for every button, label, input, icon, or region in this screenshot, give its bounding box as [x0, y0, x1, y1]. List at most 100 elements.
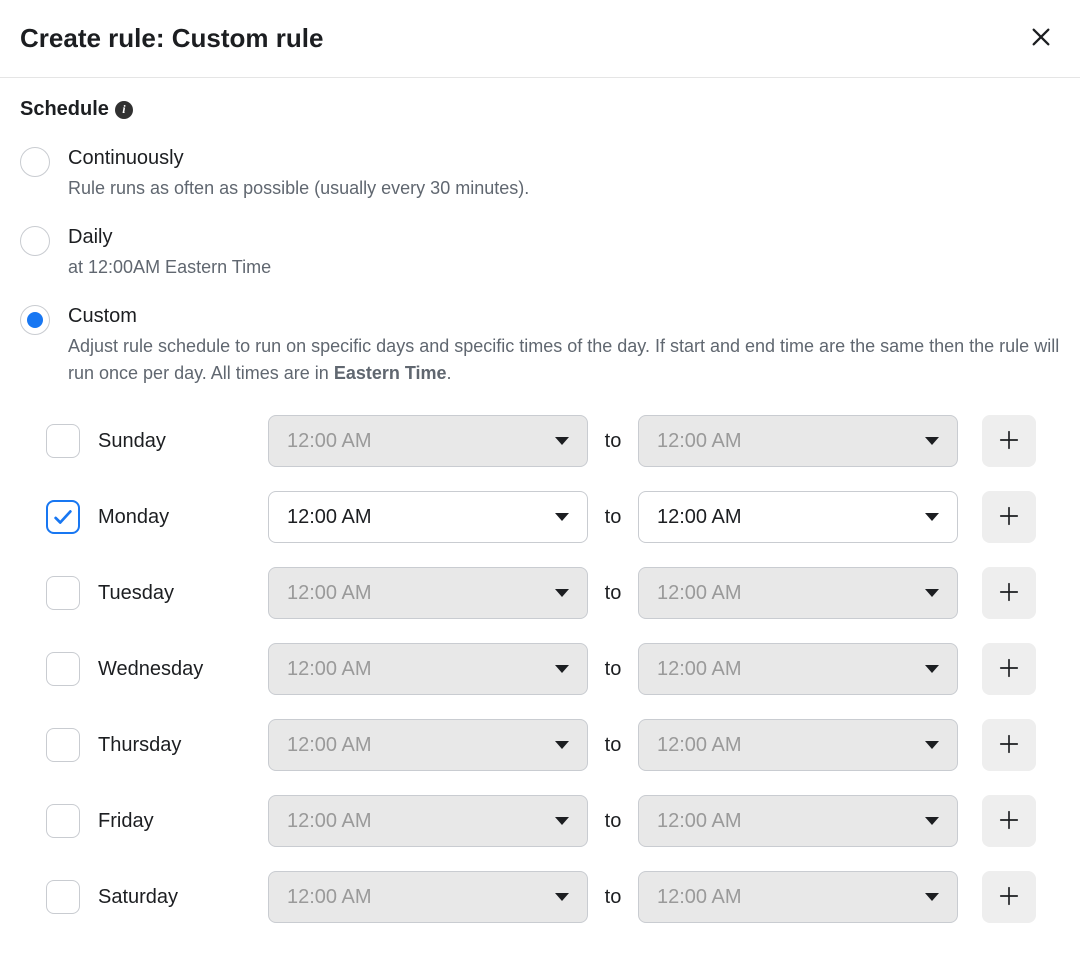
day-row: Monday12:00 AMto12:00 AM [46, 491, 1060, 543]
day-label: Thursday [98, 734, 268, 757]
start-time-value: 12:00 AM [287, 810, 372, 833]
chevron-down-icon [925, 893, 939, 901]
day-checkbox[interactable] [46, 576, 80, 610]
add-time-slot-button[interactable] [982, 643, 1036, 695]
day-checkbox[interactable] [46, 424, 80, 458]
day-checkbox[interactable] [46, 804, 80, 838]
end-time-value: 12:00 AM [657, 430, 742, 453]
to-label: to [588, 506, 638, 529]
chevron-down-icon [925, 437, 939, 445]
days-list: Sunday12:00 AMto12:00 AMMonday12:00 AMto… [20, 415, 1060, 923]
add-time-slot-button[interactable] [982, 415, 1036, 467]
end-time-select[interactable]: 12:00 AM [638, 491, 958, 543]
end-time-value: 12:00 AM [657, 582, 742, 605]
radio-option-continuously[interactable]: Continuously Rule runs as often as possi… [20, 145, 1060, 202]
start-time-select[interactable]: 12:00 AM [268, 491, 588, 543]
start-time-value: 12:00 AM [287, 886, 372, 909]
day-label: Wednesday [98, 658, 268, 681]
start-time-value: 12:00 AM [287, 430, 372, 453]
plus-icon [998, 581, 1020, 606]
end-time-value: 12:00 AM [657, 734, 742, 757]
to-label: to [588, 658, 638, 681]
add-time-slot-button[interactable] [982, 871, 1036, 923]
radio-text: Continuously Rule runs as often as possi… [68, 145, 529, 202]
start-time-select[interactable]: 12:00 AM [268, 871, 588, 923]
day-checkbox[interactable] [46, 500, 80, 534]
day-row: Thursday 12:00 AM to 12:00 AM [46, 719, 1060, 771]
day-row: Tuesday 12:00 AM to 12:00 AM [46, 567, 1060, 619]
radio-button[interactable] [20, 147, 50, 177]
day-label: Monday [98, 506, 268, 529]
close-button[interactable] [1026, 22, 1056, 55]
start-time-select[interactable]: 12:00 AM [268, 567, 588, 619]
add-time-slot-button[interactable] [982, 567, 1036, 619]
start-time-select[interactable]: 12:00 AM [268, 415, 588, 467]
to-label: to [588, 810, 638, 833]
start-time-value: 12:00 AM [287, 506, 372, 529]
radio-description: Rule runs as often as possible (usually … [68, 175, 529, 202]
to-label: to [588, 886, 638, 909]
chevron-down-icon [925, 589, 939, 597]
desc-bold: Eastern Time [334, 363, 447, 383]
info-icon[interactable]: i [115, 101, 133, 119]
chevron-down-icon [555, 589, 569, 597]
start-time-select[interactable]: 12:00 AM [268, 643, 588, 695]
schedule-radio-group: Continuously Rule runs as often as possi… [20, 145, 1060, 387]
radio-text: Daily at 12:00AM Eastern Time [68, 224, 271, 281]
plus-icon [998, 885, 1020, 910]
day-row: Wednesday 12:00 AM to 12:00 AM [46, 643, 1060, 695]
chevron-down-icon [925, 817, 939, 825]
start-time-select[interactable]: 12:00 AM [268, 719, 588, 771]
start-time-select[interactable]: 12:00 AM [268, 795, 588, 847]
radio-button[interactable] [20, 226, 50, 256]
day-checkbox[interactable] [46, 880, 80, 914]
radio-label: Custom [68, 303, 1060, 329]
desc-pre: Adjust rule schedule to run on specific … [68, 336, 1059, 383]
start-time-value: 12:00 AM [287, 582, 372, 605]
section-title: Schedule i [20, 98, 1060, 121]
end-time-select[interactable]: 12:00 AM [638, 567, 958, 619]
end-time-select[interactable]: 12:00 AM [638, 643, 958, 695]
dialog-title: Create rule: Custom rule [20, 23, 323, 54]
day-label: Friday [98, 810, 268, 833]
day-label: Tuesday [98, 582, 268, 605]
chevron-down-icon [555, 513, 569, 521]
end-time-select[interactable]: 12:00 AM [638, 795, 958, 847]
chevron-down-icon [925, 665, 939, 673]
radio-description: Adjust rule schedule to run on specific … [68, 333, 1060, 387]
radio-button[interactable] [20, 305, 50, 335]
day-checkbox[interactable] [46, 728, 80, 762]
desc-post: . [447, 363, 452, 383]
day-label: Saturday [98, 886, 268, 909]
close-icon [1030, 26, 1052, 51]
radio-option-custom[interactable]: Custom Adjust rule schedule to run on sp… [20, 303, 1060, 387]
day-label: Sunday [98, 430, 268, 453]
plus-icon [998, 809, 1020, 834]
radio-label: Continuously [68, 145, 529, 171]
add-time-slot-button[interactable] [982, 795, 1036, 847]
plus-icon [998, 657, 1020, 682]
to-label: to [588, 734, 638, 757]
chevron-down-icon [555, 817, 569, 825]
end-time-select[interactable]: 12:00 AM [638, 871, 958, 923]
dialog-header: Create rule: Custom rule [0, 0, 1080, 78]
day-row: Saturday 12:00 AM to 12:00 AM [46, 871, 1060, 923]
day-row: Friday12:00 AMto12:00 AM [46, 795, 1060, 847]
start-time-value: 12:00 AM [287, 734, 372, 757]
end-time-select[interactable]: 12:00 AM [638, 415, 958, 467]
add-time-slot-button[interactable] [982, 719, 1036, 771]
radio-label: Daily [68, 224, 271, 250]
end-time-select[interactable]: 12:00 AM [638, 719, 958, 771]
end-time-value: 12:00 AM [657, 658, 742, 681]
radio-text: Custom Adjust rule schedule to run on sp… [68, 303, 1060, 387]
chevron-down-icon [925, 513, 939, 521]
radio-description: at 12:00AM Eastern Time [68, 254, 271, 281]
add-time-slot-button[interactable] [982, 491, 1036, 543]
start-time-value: 12:00 AM [287, 658, 372, 681]
end-time-value: 12:00 AM [657, 886, 742, 909]
to-label: to [588, 430, 638, 453]
radio-option-daily[interactable]: Daily at 12:00AM Eastern Time [20, 224, 1060, 281]
to-label: to [588, 582, 638, 605]
chevron-down-icon [555, 893, 569, 901]
day-checkbox[interactable] [46, 652, 80, 686]
